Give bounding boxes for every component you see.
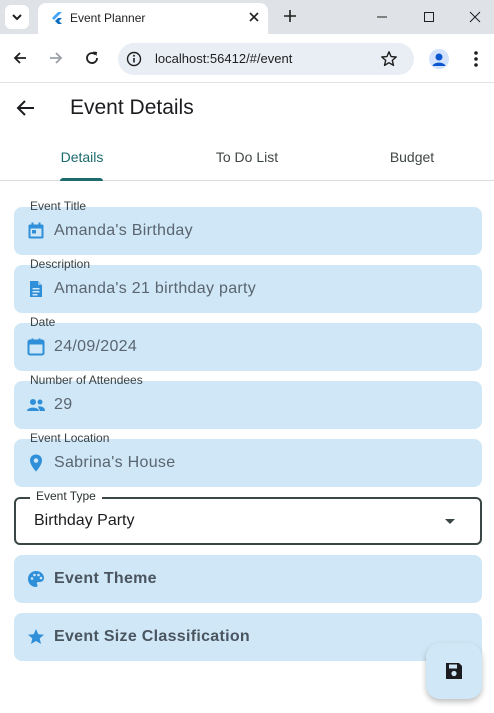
new-tab-button[interactable]	[280, 6, 300, 26]
close-icon	[249, 12, 259, 22]
tab-close-button[interactable]	[246, 9, 262, 25]
flutter-logo-icon	[52, 12, 62, 24]
maximize-icon	[424, 12, 434, 22]
browser-tabstrip: Event Planner	[0, 0, 494, 34]
arrow-left-icon	[13, 52, 26, 64]
date-value[interactable]: 24/09/2024	[54, 338, 137, 356]
description-label: Description	[30, 257, 91, 271]
event-location-label: Event Location	[30, 431, 110, 445]
tab-to-do-list[interactable]: To Do List	[165, 133, 329, 181]
attendees-label: Number of Attendees	[30, 373, 143, 387]
description-field[interactable]: Description Amanda's 21 birthday party	[14, 257, 482, 313]
close-window-button[interactable]	[464, 6, 486, 28]
person-icon	[432, 53, 446, 66]
tab-title: Event Planner	[70, 11, 146, 25]
page-title: Event Details	[70, 96, 194, 119]
browser-menu-button[interactable]	[467, 49, 485, 69]
location-pin-icon	[30, 454, 42, 472]
arrow-right-icon	[50, 52, 63, 64]
attendees-value[interactable]: 29	[54, 396, 72, 414]
tab-search-button[interactable]	[5, 5, 29, 29]
event-theme-field[interactable]: Event Theme	[14, 555, 482, 603]
profile-avatar[interactable]	[429, 49, 449, 69]
browser-toolbar: localhost:56412/#/event	[0, 34, 494, 83]
event-location-value[interactable]: Sabrina's House	[54, 454, 175, 472]
dropdown-arrow-icon[interactable]	[442, 513, 458, 529]
description-value[interactable]: Amanda's 21 birthday party	[54, 280, 256, 298]
tab-budget[interactable]: Budget	[330, 133, 494, 181]
active-tab-indicator	[60, 178, 103, 181]
url-text[interactable]: localhost:56412/#/event	[155, 51, 292, 66]
attendees-field[interactable]: Number of Attendees 29	[14, 373, 482, 429]
save-fab-button[interactable]	[426, 643, 482, 699]
app-bar: Event Details	[0, 83, 494, 133]
document-icon	[30, 281, 42, 297]
close-icon	[469, 11, 481, 23]
event-title-value[interactable]: Amanda's Birthday	[54, 222, 193, 240]
date-field[interactable]: Date 24/09/2024	[14, 315, 482, 371]
minimize-icon	[377, 16, 387, 18]
more-vertical-icon	[474, 51, 478, 67]
palette-icon	[28, 571, 44, 587]
maximize-button[interactable]	[418, 6, 440, 28]
address-bar[interactable]: localhost:56412/#/event	[118, 43, 414, 75]
calendar-icon	[28, 222, 44, 239]
calendar-outline-icon	[27, 338, 45, 356]
back-arrow-icon[interactable]	[14, 96, 38, 120]
event-size-label[interactable]: Event Size Classification	[54, 628, 250, 646]
event-theme-label[interactable]: Event Theme	[54, 570, 157, 588]
bookmark-star-icon[interactable]	[380, 50, 398, 68]
chevron-down-icon	[12, 14, 22, 21]
app-window: Event Planner localhost:56412/#/event Ev…	[0, 0, 494, 713]
save-icon	[446, 663, 462, 679]
event-title-field[interactable]: Event Title Amanda's Birthday	[14, 199, 482, 255]
minimize-button[interactable]	[371, 6, 393, 28]
back-button[interactable]	[9, 47, 31, 69]
event-type-value[interactable]: Birthday Party	[34, 512, 134, 530]
event-type-label: Event Type	[30, 489, 102, 503]
reload-button[interactable]	[81, 47, 103, 69]
event-title-label: Event Title	[30, 199, 87, 213]
forward-button[interactable]	[45, 47, 67, 69]
info-icon[interactable]	[126, 51, 142, 67]
people-icon	[27, 399, 45, 411]
tab-bar: Details To Do List Budget	[0, 133, 494, 181]
event-type-dropdown[interactable]: Event Type Birthday Party	[14, 489, 482, 545]
tab-details[interactable]: Details	[0, 133, 164, 181]
browser-tab[interactable]: Event Planner	[38, 3, 268, 34]
star-icon	[28, 629, 44, 644]
event-location-field[interactable]: Event Location Sabrina's House	[14, 431, 482, 487]
event-size-field[interactable]: Event Size Classification	[14, 613, 482, 661]
date-label: Date	[30, 315, 56, 329]
reload-icon	[86, 51, 98, 64]
plus-icon	[284, 10, 296, 22]
